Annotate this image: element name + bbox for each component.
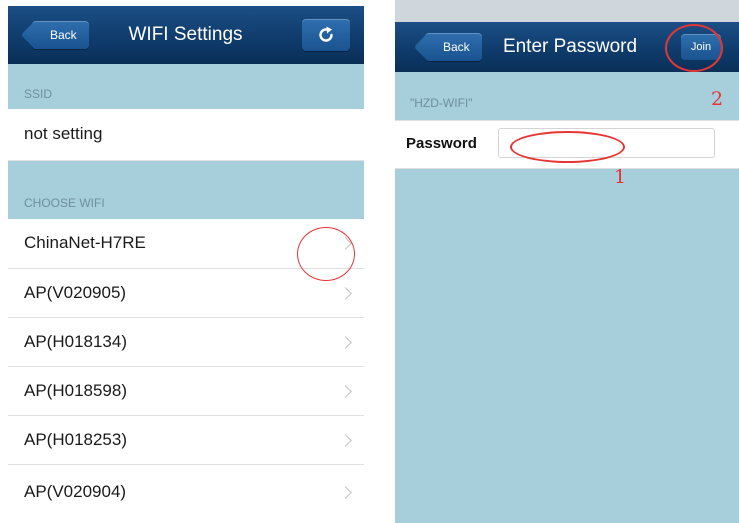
ssid-value: not setting	[24, 124, 103, 143]
wifi-name: AP(H018253)	[24, 430, 128, 449]
wifi-list-item[interactable]: AP(V020904)	[8, 465, 364, 523]
chevron-right-icon	[339, 336, 352, 349]
wifi-name: AP(V020904)	[24, 482, 127, 501]
chevron-right-icon	[339, 486, 352, 499]
annotation-circle	[510, 131, 625, 163]
wifi-list-item[interactable]: AP(H018134)	[8, 318, 364, 367]
back-button[interactable]: Back	[32, 21, 89, 49]
network-name-header: "HZD-WIFI"	[410, 96, 473, 110]
wifi-name: AP(H018134)	[24, 332, 128, 351]
status-bar	[395, 0, 739, 22]
wifi-name: AP(V020905)	[24, 283, 127, 302]
wifi-name: ChinaNet-H7RE	[24, 233, 146, 252]
choose-wifi-header: CHOOSE WIFI	[24, 196, 105, 210]
annotation-number: 2	[711, 88, 724, 110]
page-title: Enter Password	[502, 36, 638, 57]
refresh-icon	[319, 26, 333, 42]
chevron-right-icon	[339, 434, 352, 447]
password-label: Password	[406, 135, 477, 152]
enter-password-screen: Back Enter Password Join "HZD-WIFI" 2 Pa…	[395, 0, 739, 523]
wifi-settings-screen: Back WIFI Settings SSID not setting CHOO…	[8, 6, 364, 523]
page-title: WIFI Settings	[128, 24, 243, 45]
wifi-list-item[interactable]: AP(H018598)	[8, 367, 364, 416]
annotation-circle	[665, 24, 723, 72]
chevron-right-icon	[339, 385, 352, 398]
wifi-name: AP(H018598)	[24, 381, 128, 400]
wifi-settings-navbar: Back WIFI Settings	[8, 6, 364, 64]
back-button[interactable]: Back	[425, 33, 482, 61]
annotation-circle	[297, 227, 355, 281]
chevron-right-icon	[339, 287, 352, 300]
refresh-button[interactable]	[302, 19, 350, 51]
wifi-list-item[interactable]: AP(H018253)	[8, 416, 364, 465]
ssid-cell: not setting	[8, 109, 364, 161]
ssid-section-header: SSID	[24, 87, 53, 101]
annotation-number: 1	[614, 166, 627, 188]
